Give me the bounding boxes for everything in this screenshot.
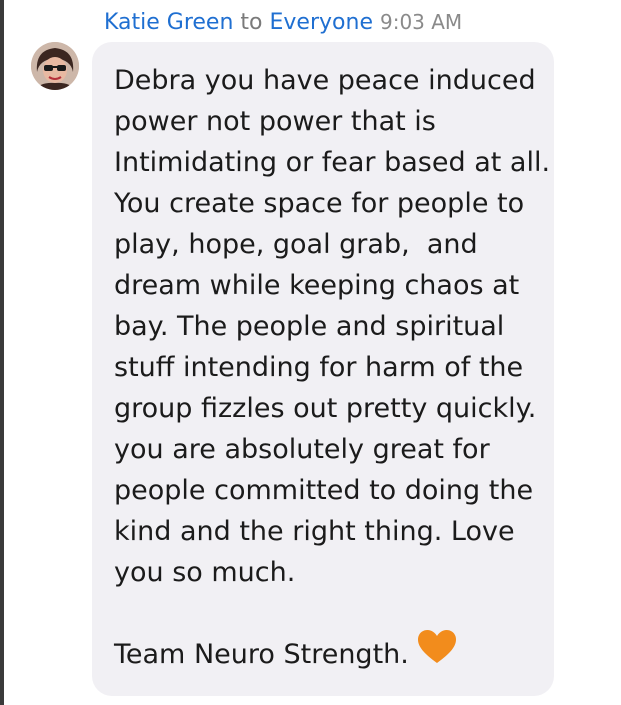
message-line: bay. The people and spiritual xyxy=(114,311,505,342)
message-header: Katie Green to Everyone 9:03 AM xyxy=(104,8,462,37)
message-text: Debra you have peace induced power not po… xyxy=(114,60,551,593)
recipient-name[interactable]: Everyone xyxy=(270,10,373,35)
signoff-row: Team Neuro Strength. xyxy=(114,629,538,675)
avatar-photo-icon xyxy=(31,42,79,90)
left-divider xyxy=(0,0,4,705)
sender-name[interactable]: Katie Green xyxy=(104,10,233,35)
orange-heart-icon xyxy=(417,629,456,663)
message-line: power not power that is xyxy=(114,106,436,137)
timestamp: 9:03 AM xyxy=(379,10,463,34)
message-line: You create space for people to xyxy=(114,188,525,219)
message-line: dream while keeping chaos at xyxy=(114,270,520,301)
message-line: you are absolutely great for xyxy=(114,434,490,465)
message-line: people committed to doing the xyxy=(114,475,534,506)
signoff-text: Team Neuro Strength. xyxy=(114,639,409,670)
message-bubble: Debra you have peace induced power not po… xyxy=(92,42,554,696)
message-line: you so much. xyxy=(114,557,296,588)
message-line: play, hope, goal grab, and xyxy=(114,229,478,260)
message-line: kind and the right thing. Love xyxy=(114,516,515,547)
message-line: Debra you have peace induced xyxy=(114,65,536,96)
message-line: Intimidating or fear based at all. xyxy=(114,147,551,178)
to-label: to xyxy=(240,10,263,35)
message-line: stuff intending for harm of the xyxy=(114,352,524,383)
avatar[interactable] xyxy=(31,42,79,90)
message-line: group fizzles out pretty quickly. xyxy=(114,393,537,424)
